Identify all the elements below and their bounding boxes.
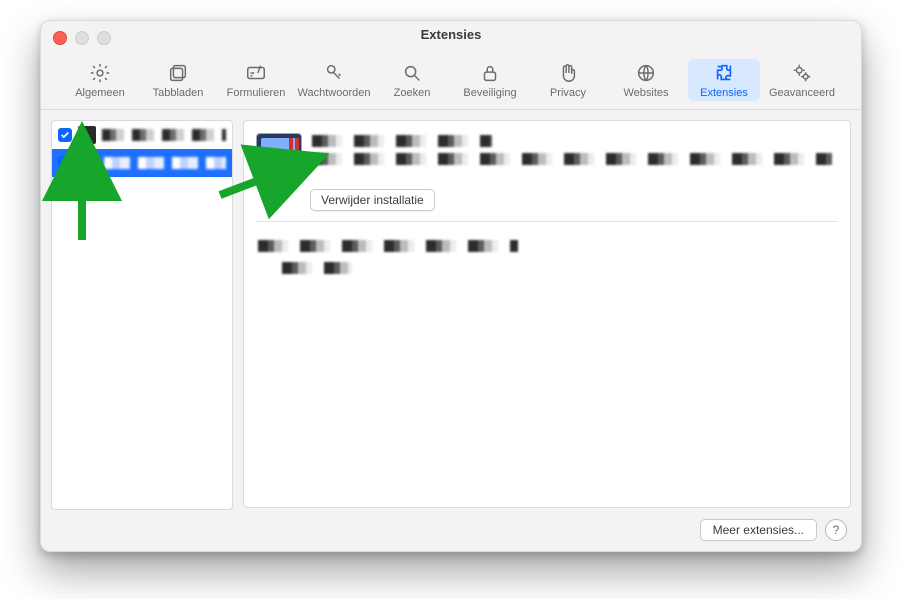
tab-label: Formulieren: [227, 87, 286, 99]
tab-wachtwoorden[interactable]: Wachtwoorden: [298, 59, 370, 101]
extension-enabled-checkbox[interactable]: [58, 156, 72, 170]
tab-zoeken[interactable]: Zoeken: [376, 59, 448, 101]
tabs-icon: [166, 61, 190, 85]
tab-label: Algemeen: [75, 87, 125, 99]
tab-extensies[interactable]: Extensies: [688, 59, 760, 101]
extension-enabled-checkbox[interactable]: [58, 128, 72, 142]
tab-label: Tabbladen: [153, 87, 204, 99]
footer: Meer extensies... ?: [700, 519, 847, 541]
form-icon: [244, 61, 268, 85]
extension-large-icon: [256, 133, 302, 179]
tab-label: Websites: [623, 87, 668, 99]
detail-heading-redacted: [312, 133, 838, 179]
tab-geavanceerd[interactable]: Geavanceerd: [766, 59, 838, 101]
divider: [256, 221, 838, 222]
tab-label: Privacy: [550, 87, 586, 99]
hand-icon: [556, 61, 580, 85]
tab-label: Extensies: [700, 87, 748, 99]
tab-label: Wachtwoorden: [298, 87, 371, 99]
redacted-text: [258, 240, 518, 252]
tab-label: Geavanceerd: [769, 87, 835, 99]
extension-detail-pane: Verwijder installatie: [243, 120, 851, 508]
tab-websites[interactable]: Websites: [610, 59, 682, 101]
gears-icon: [790, 61, 814, 85]
redacted-text: [312, 153, 832, 165]
tab-beveiliging[interactable]: Beveiliging: [454, 59, 526, 101]
preferences-toolbar: Algemeen Tabbladen Formulieren Wachtwoor…: [41, 49, 861, 110]
tab-label: Beveiliging: [463, 87, 516, 99]
extension-row[interactable]: [52, 121, 232, 149]
uninstall-button[interactable]: Verwijder installatie: [310, 189, 435, 211]
tab-formulieren[interactable]: Formulieren: [220, 59, 292, 101]
more-extensions-button[interactable]: Meer extensies...: [700, 519, 817, 541]
window-title: Extensies: [41, 27, 861, 42]
content-area: Verwijder installatie: [41, 110, 861, 520]
detail-header: [256, 133, 838, 179]
redacted-text: [282, 262, 352, 274]
globe-icon: [634, 61, 658, 85]
puzzle-icon: [712, 61, 736, 85]
extension-icon: [78, 126, 96, 144]
extension-name-redacted: [102, 129, 226, 141]
gear-icon: [88, 61, 112, 85]
extension-row-selected[interactable]: [52, 149, 232, 177]
tab-label: Zoeken: [394, 87, 431, 99]
lock-icon: [478, 61, 502, 85]
tab-privacy[interactable]: Privacy: [532, 59, 604, 101]
extension-icon: [78, 153, 98, 173]
extension-name-redacted: [104, 157, 226, 169]
help-button[interactable]: ?: [825, 519, 847, 541]
extensions-list: [51, 120, 233, 510]
key-icon: [322, 61, 346, 85]
tab-algemeen[interactable]: Algemeen: [64, 59, 136, 101]
preferences-window: Extensies Algemeen Tabbladen Formulieren…: [40, 20, 862, 552]
tab-tabbladen[interactable]: Tabbladen: [142, 59, 214, 101]
redacted-text: [312, 135, 492, 147]
search-icon: [400, 61, 424, 85]
